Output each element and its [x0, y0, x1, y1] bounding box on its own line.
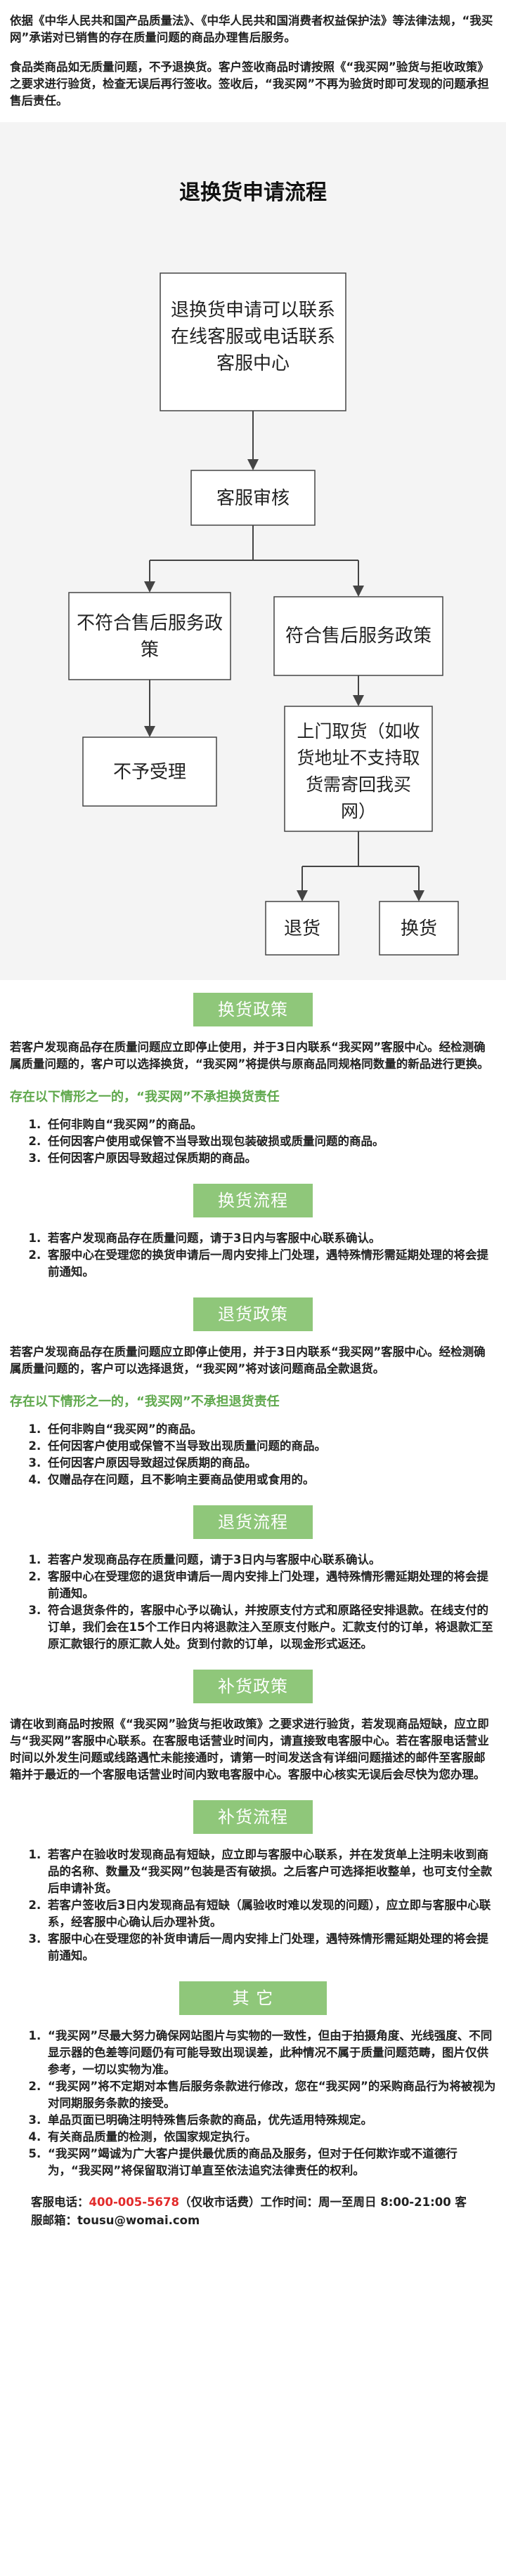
flow-pickup-line-2: 货地址不支持取	[297, 748, 420, 768]
other-section: 其 它 “我买网”尽最大努力确保网站图片与实物的一致性，但由于拍摄角度、光线强度…	[0, 1979, 506, 2179]
replenish-process-list: 若客户在验收时发现商品有短缺，应立即与客服中心联系，并在发货单上注明未收到商品的…	[10, 1847, 496, 1964]
list-item: 客服中心在受理您的退货申请后一周内安排上门处理，遇特殊情形需延期处理的将会提前通…	[45, 1568, 496, 1602]
return-policy-title: 退货政策	[193, 1297, 313, 1331]
return-flow-diagram: 退换货申请流程 退换货申请可以联系 在线客服或电话联系 客服中心 客服审核 不符…	[0, 122, 506, 980]
flow-title: 退换货申请流程	[179, 180, 327, 205]
exchange-process-list: 若客户发现商品存在质量问题，请于3日内与客服中心联系确认。 客服中心在受理您的换…	[10, 1230, 496, 1281]
flow-arrowhead-7	[413, 890, 424, 901]
intro-paragraph-1: 依据《中华人民共和国产品质量法》、《中华人民共和国消费者权益保护法》等法律法规，…	[10, 14, 493, 44]
list-item: 若客户发现商品存在质量问题，请于3日内与客服中心联系确认。	[45, 1230, 496, 1247]
list-item: 若客户发现商品存在质量问题，请于3日内与客服中心联系确认。	[45, 1552, 496, 1568]
flow-start-line-1: 退换货申请可以联系	[171, 300, 335, 321]
intro: 依据《中华人民共和国产品质量法》、《中华人民共和国消费者权益保护法》等法律法规，…	[0, 0, 506, 110]
intro-paragraph-2: 食品类商品如无质量问题，不予退换货。客户签收商品时请按照《“我买网”验货与拒收政…	[10, 60, 489, 107]
return-process-list: 若客户发现商品存在质量问题，请于3日内与客服中心联系确认。 客服中心在受理您的退…	[10, 1552, 496, 1653]
flow-pickup-line-4: 网）	[341, 801, 376, 821]
flow-arrowhead-5	[353, 695, 364, 706]
list-item: 任何因客户原因导致超过保质期的商品。	[45, 1455, 496, 1472]
exchange-process-title: 换货流程	[193, 1184, 313, 1217]
list-item: 任何因客户使用或保管不当导致出现质量问题的商品。	[45, 1438, 496, 1455]
flow-arrowhead-6	[297, 890, 308, 901]
exchange-policy-section: 换货政策 若客户发现商品存在质量问题应立即停止使用，并于3日内联系“我买网”客服…	[0, 980, 506, 1167]
flow-pickup-line-3: 货需寄回我买	[306, 774, 411, 795]
flow-reject-box	[68, 592, 231, 680]
contact-email[interactable]: tousu@womai.com	[77, 2214, 200, 2227]
flow-pickup-line-1: 上门取货（如收	[297, 721, 420, 741]
list-item: “我买网”尽最大努力确保网站图片与实物的一致性，但由于拍摄角度、光线强度、不同显…	[45, 2028, 496, 2078]
flow-accept-label: 符合售后服务政策	[285, 626, 432, 647]
contact-phone-label: 客服电话：	[31, 2195, 89, 2209]
list-item: “我买网”将不定期对本售后服务条款进行修改，您在“我买网”的采购商品行为将被视为…	[45, 2078, 496, 2112]
list-item: 有关商品质量的检测，依国家规定执行。	[45, 2129, 496, 2146]
flow-exchange-label: 换货	[401, 918, 437, 939]
list-item: “我买网”竭诚为广大客户提供最优质的商品及服务，但对于任何欺诈或不道德行为，“我…	[45, 2146, 496, 2179]
return-exclusion-list: 任何非购自“我买网”的商品。 任何因客户使用或保管不当导致出现质量问题的商品。 …	[10, 1421, 496, 1488]
page: 依据《中华人民共和国产品质量法》、《中华人民共和国消费者权益保护法》等法律法规，…	[0, 0, 506, 2230]
flow-reject-line-1: 不符合售后服务政	[77, 613, 223, 634]
other-title: 其 它	[179, 1981, 327, 2015]
flow-no-accept-label: 不予受理	[113, 762, 186, 783]
exchange-policy-title: 换货政策	[193, 993, 313, 1026]
exchange-process-section: 换货流程 若客户发现商品存在质量问题，请于3日内与客服中心联系确认。 客服中心在…	[0, 1181, 506, 1281]
list-item: 符合退货条件的，客服中心予以确认，并按原支付方式和原路径安排退款。在线支付的订单…	[45, 1602, 496, 1653]
flow-arrowhead-2	[144, 581, 155, 593]
list-item: 任何非购自“我买网”的商品。	[45, 1421, 496, 1438]
return-policy-section: 退货政策 若客户发现商品存在质量问题应立即停止使用，并于3日内联系“我买网”客服…	[0, 1295, 506, 1488]
flow-arrowhead-1	[247, 459, 259, 470]
flow-start-line-3: 客服中心	[216, 353, 290, 374]
list-item: 客服中心在受理您的补货申请后一周内安排上门处理，遇特殊情形需延期处理的将会提前通…	[45, 1931, 496, 1964]
flow-review-label: 客服审核	[216, 488, 290, 509]
replenish-policy-section: 补货政策 请在收到商品时按照《“我买网”验货与拒收政策》之要求进行验货，若发现商…	[0, 1667, 506, 1783]
list-item: 任何因客户原因导致超过保质期的商品。	[45, 1150, 496, 1167]
contact-phone[interactable]: 400-005-5678	[89, 2195, 180, 2209]
other-list: “我买网”尽最大努力确保网站图片与实物的一致性，但由于拍摄角度、光线强度、不同显…	[10, 2028, 496, 2179]
flow-arrowhead-3	[353, 586, 364, 597]
list-item: 单品页面已明确注明特殊售后条款的商品，优先适用特殊规定。	[45, 2112, 496, 2129]
contact-info: 客服电话：400-005-5678（仅收市话费）工作时间：周一至周日 8:00-…	[0, 2193, 506, 2230]
replenish-policy-title: 补货政策	[193, 1670, 313, 1703]
return-exclusion-heading: 存在以下情形之一的，“我买网”不承担退货责任	[10, 1394, 280, 1409]
flow-reject-line-2: 策	[141, 640, 159, 661]
flow-start-line-2: 在线客服或电话联系	[171, 326, 335, 348]
list-item: 若客户签收后3日内发现商品有短缺（属验收时难以发现的问题），应立即与客服中心联系…	[45, 1897, 496, 1931]
exchange-exclusion-list: 任何非购自“我买网”的商品。 任何因客户使用或保管不当导致出现包装破损或质量问题…	[10, 1116, 496, 1167]
list-item: 仅赠品存在问题，且不影响主要商品使用或食用的。	[45, 1472, 496, 1488]
return-process-title: 退货流程	[193, 1505, 313, 1539]
list-item: 若客户在验收时发现商品有短缺，应立即与客服中心联系，并在发货单上注明未收到商品的…	[45, 1847, 496, 1897]
list-item: 任何因客户使用或保管不当导致出现包装破损或质量问题的商品。	[45, 1133, 496, 1150]
replenish-process-section: 补货流程 若客户在验收时发现商品有短缺，应立即与客服中心联系，并在发货单上注明未…	[0, 1797, 506, 1964]
return-policy-body: 若客户发现商品存在质量问题应立即停止使用，并于3日内联系“我买网”客服中心。经检…	[10, 1345, 486, 1375]
flow-arrowhead-4	[144, 726, 155, 737]
flow-return-label: 退货	[284, 918, 320, 939]
replenish-policy-body: 请在收到商品时按照《“我买网”验货与拒收政策》之要求进行验货，若发现商品短缺，应…	[10, 1717, 489, 1781]
list-item: 客服中心在受理您的换货申请后一周内安排上门处理，遇特殊情形需延期处理的将会提前通…	[45, 1247, 496, 1281]
exchange-exclusion-heading: 存在以下情形之一的，“我买网”不承担换货责任	[10, 1090, 280, 1104]
exchange-policy-body: 若客户发现商品存在质量问题应立即停止使用，并于3日内联系“我买网”客服中心。经检…	[10, 1041, 489, 1071]
replenish-process-title: 补货流程	[193, 1800, 313, 1834]
flow-svg: 退换货申请流程 退换货申请可以联系 在线客服或电话联系 客服中心 客服审核 不符…	[68, 180, 459, 956]
list-item: 任何非购自“我买网”的商品。	[45, 1116, 496, 1133]
return-process-section: 退货流程 若客户发现商品存在质量问题，请于3日内与客服中心联系确认。 客服中心在…	[0, 1502, 506, 1653]
